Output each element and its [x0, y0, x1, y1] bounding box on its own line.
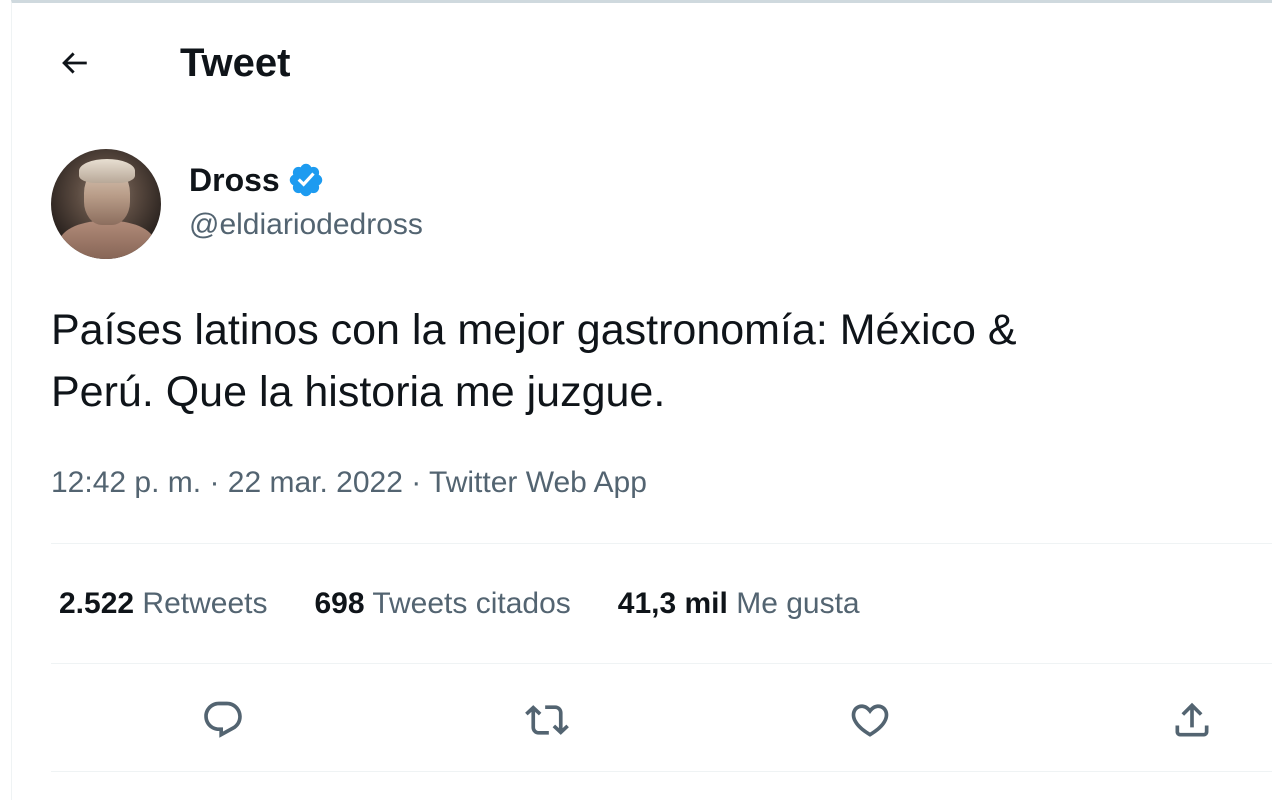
stat-label: Tweets citados	[372, 587, 571, 620]
tweet-text-line: Países latinos con la mejor gastronomía:…	[51, 306, 1017, 354]
retweets-stat[interactable]: 2.522 Retweets	[59, 585, 267, 623]
arrow-left-icon	[62, 52, 87, 74]
meta-separator: ·	[411, 466, 422, 499]
tweet-date[interactable]: 22 mar. 2022	[228, 466, 403, 499]
meta-separator: ·	[209, 466, 220, 499]
like-icon	[851, 704, 889, 737]
stat-value: 41,3 mil	[617, 587, 728, 620]
tweet-actions	[51, 687, 1272, 753]
share-icon	[1175, 702, 1209, 737]
back-button[interactable]	[50, 39, 98, 87]
author-name-text: Dross	[189, 162, 280, 198]
tweet-time[interactable]: 12:42 p. m.	[51, 466, 201, 499]
stat-label: Retweets	[142, 587, 268, 620]
divider	[51, 771, 1272, 772]
avatar[interactable]	[51, 149, 161, 259]
tweet-meta: 12:42 p. m. · 22 mar. 2022 · Twitter Web…	[51, 464, 647, 502]
page-title: Tweet	[180, 41, 291, 85]
retweet-icon	[525, 705, 569, 735]
tweet-text: Países latinos con la mejor gastronomía:…	[51, 299, 1251, 423]
like-button[interactable]	[837, 687, 903, 753]
divider	[51, 663, 1272, 664]
stat-value: 698	[314, 587, 365, 620]
author-handle[interactable]: @eldiariodedross	[189, 206, 423, 244]
tweet-stats: 2.522 Retweets 698 Tweets citados 41,3 m…	[59, 585, 907, 623]
divider	[51, 543, 1272, 544]
verified-badge-icon	[287, 161, 325, 199]
retweet-button[interactable]	[514, 687, 580, 753]
tweet-page: Tweet Dross @eldiariodedross Países lati…	[11, 0, 1272, 800]
tweet-text-line: Perú. Que la historia me juzgue.	[51, 368, 666, 416]
page-header: Tweet	[12, 3, 1272, 121]
author-name[interactable]: Dross	[189, 161, 325, 199]
share-button[interactable]	[1159, 687, 1225, 753]
quote-tweets-stat[interactable]: 698 Tweets citados	[314, 585, 570, 623]
tweet-source[interactable]: Twitter Web App	[429, 466, 647, 499]
stat-value: 2.522	[59, 587, 135, 620]
stat-label: Me gusta	[736, 587, 860, 620]
likes-stat[interactable]: 41,3 mil Me gusta	[618, 585, 860, 623]
reply-icon	[204, 701, 242, 738]
reply-button[interactable]	[190, 687, 256, 753]
